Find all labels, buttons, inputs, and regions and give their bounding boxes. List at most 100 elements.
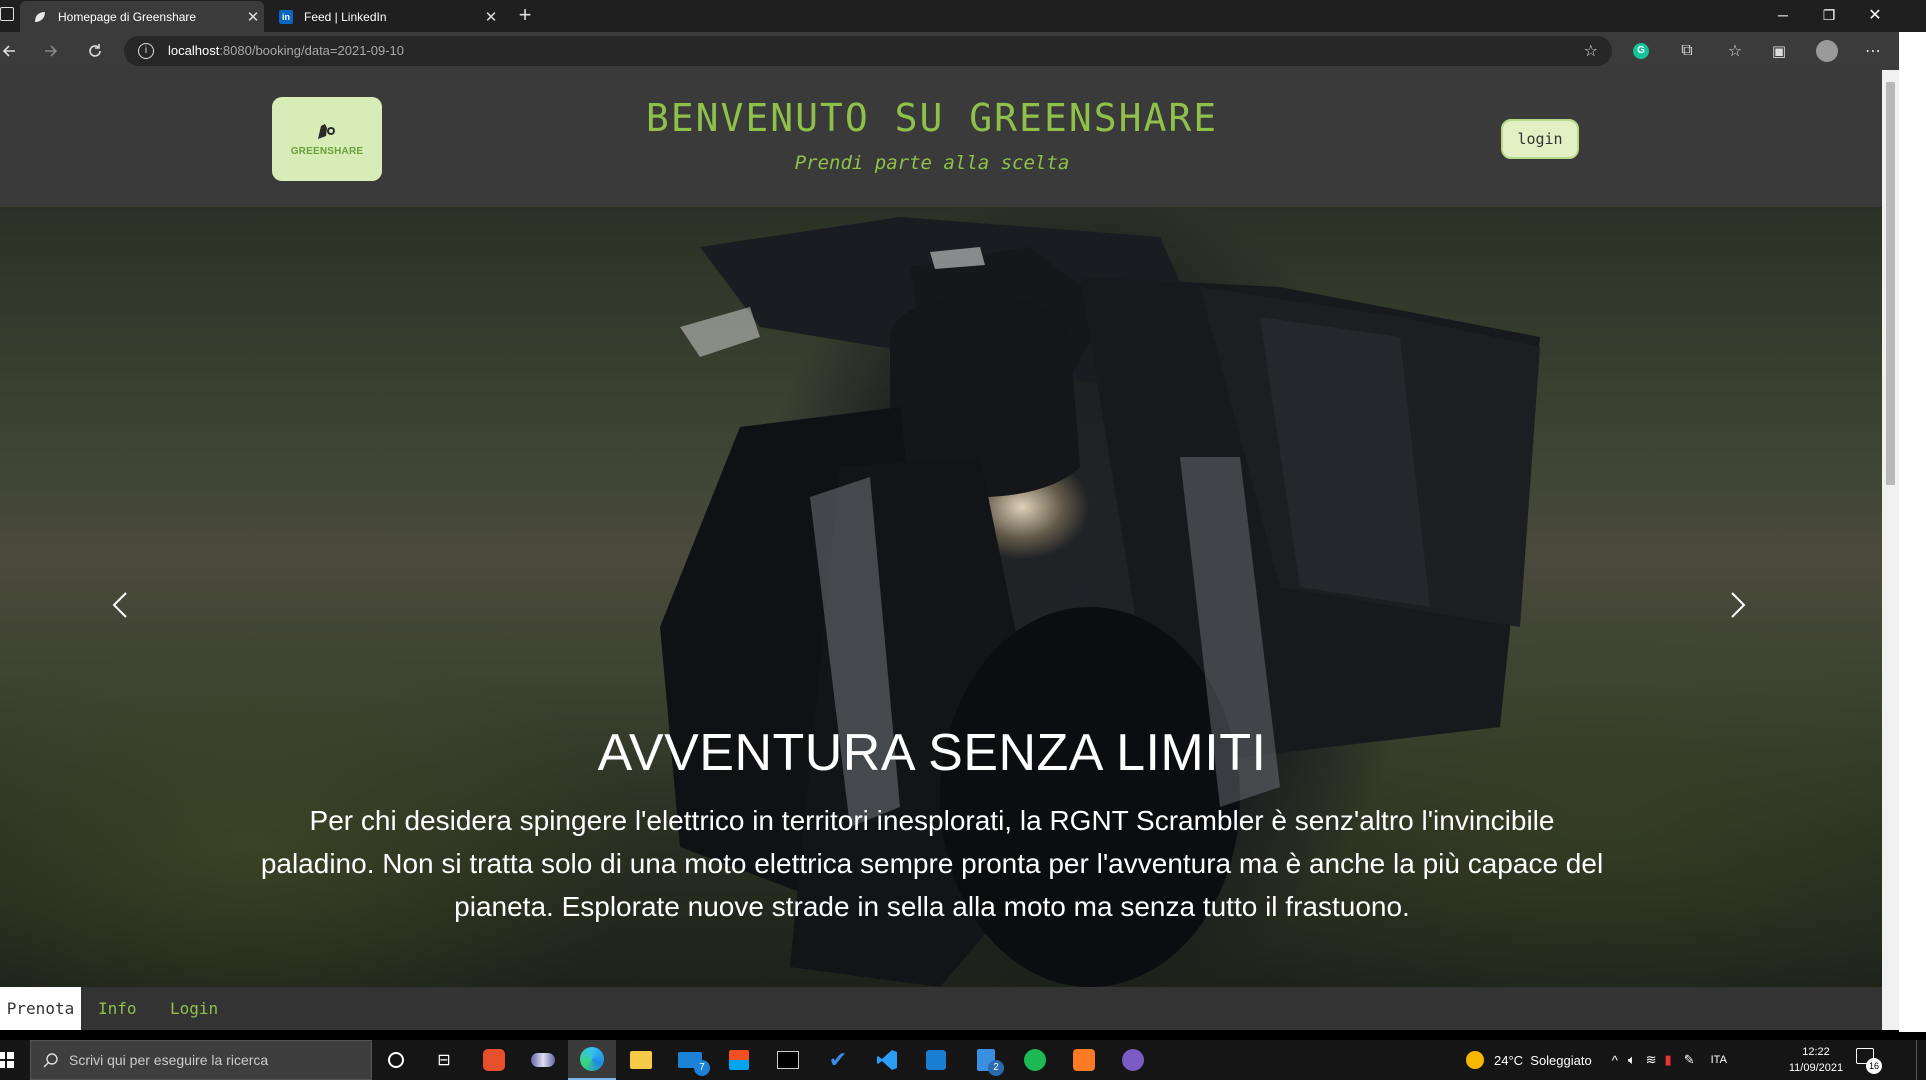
carousel-prev-button[interactable] [100,577,140,633]
taskbar-app-explorer[interactable] [617,1040,665,1080]
favorites-icon[interactable]: ☆ [1720,36,1750,66]
chevron-up-icon[interactable]: ^ [1612,1053,1618,1068]
site-info-icon[interactable]: i [138,43,154,59]
grammarly-extension-icon[interactable]: G [1626,36,1656,66]
notifications-button[interactable]: 16 [1856,1048,1882,1074]
address-bar[interactable]: i localhost:8080/booking/data=2021-09-10… [124,36,1612,66]
windows-taskbar: Scrivi qui per eseguire la ricerca ⊟ 7 ✔… [0,1040,1926,1080]
taskbar-app-teams[interactable] [519,1040,567,1080]
store-icon [729,1050,749,1070]
show-desktop-button[interactable] [1916,1040,1926,1080]
page-scrollbar[interactable] [1882,70,1899,1030]
hero-description: Per chi desidera spingere l'elettrico in… [260,805,1604,922]
taskbar-app-github[interactable] [1109,1040,1157,1080]
language-indicator[interactable]: ITA [1711,1054,1727,1066]
start-button[interactable] [0,1040,30,1080]
login-button[interactable]: login [1501,119,1579,159]
cortana-button[interactable] [372,1040,420,1080]
search-icon [43,1053,58,1068]
task-view-icon: ⊟ [437,1052,451,1069]
weather-text[interactable]: 24°C Soleggiato [1494,1053,1592,1068]
taskbar-search-input[interactable]: Scrivi qui per eseguire la ricerca [30,1040,372,1080]
terminal-icon [777,1051,799,1069]
bottom-nav-bar: Prenota Info Login [0,987,1882,1030]
site-title: BENVENUTO SU GREENSHARE [645,96,1219,140]
new-tab-button[interactable]: + [512,2,538,30]
clock-date: 11/09/2021 [1788,1062,1844,1074]
greenshare-favicon-icon [32,9,48,25]
more-options-icon[interactable]: ⋯ [1858,36,1888,66]
taskbar-app-edge[interactable] [568,1040,616,1080]
side-panel-edge [1899,32,1926,1032]
collections-icon[interactable]: ▣ [1764,36,1794,66]
trello-icon [926,1050,946,1070]
nav-item-prenota[interactable]: Prenota [0,987,81,1030]
cortana-icon [388,1052,404,1068]
taskbar-app-mail[interactable]: 7 [666,1040,714,1080]
forward-button[interactable] [36,36,66,66]
taskbar-app-xampp[interactable] [1060,1040,1108,1080]
restore-button[interactable]: ❐ [1806,0,1852,30]
office-icon [483,1049,505,1071]
add-favorite-icon[interactable]: ☆ [1584,41,1598,61]
profile-avatar-icon[interactable] [1812,36,1842,66]
linkedin-favicon-icon: in [278,9,294,25]
tab-actions-icon[interactable] [0,7,14,21]
extensions-icon[interactable]: ⧉ [1672,36,1702,66]
tab-linkedin[interactable]: in Feed | LinkedIn ✕ [266,1,502,32]
xampp-icon [1073,1049,1095,1071]
nav-item-info[interactable]: Info [98,987,137,1030]
site-header: GREENSHARE BENVENUTO SU GREENSHARE Prend… [0,70,1882,207]
taskbar-app-office[interactable] [470,1040,518,1080]
taskbar-app-todo[interactable]: ✔ [814,1040,862,1080]
notification-count: 16 [1866,1058,1882,1074]
taskbar-app-store[interactable] [715,1040,763,1080]
web-page: GREENSHARE BENVENUTO SU GREENSHARE Prend… [0,70,1882,1030]
close-window-button[interactable]: ✕ [1852,0,1898,30]
tab-title: Homepage di Greenshare [58,9,197,24]
refresh-button[interactable] [80,36,110,66]
url-path: :8080/booking/data=2021-09-10 [219,43,404,58]
minimize-button[interactable]: ─ [1760,0,1806,30]
search-placeholder: Scrivi qui per eseguire la ricerca [69,1052,269,1068]
app-icon [531,1053,555,1067]
weather-sun-icon[interactable] [1466,1051,1484,1069]
edge-icon [580,1047,604,1071]
wifi-icon[interactable]: ≋ [1646,1052,1657,1068]
battery-icon[interactable]: ▮ [1665,1052,1672,1068]
taskbar-app-chat[interactable]: 2 [962,1040,1010,1080]
vscode-icon [877,1050,897,1070]
clock-time: 12:22 [1802,1046,1830,1058]
chevron-left-icon [112,592,127,618]
windows-logo-icon [0,1052,14,1068]
task-view-button[interactable]: ⊟ [420,1040,468,1080]
github-icon [1122,1049,1144,1071]
mail-badge: 7 [694,1060,710,1076]
taskbar-app-spotify[interactable] [1011,1040,1059,1080]
tab-greenshare[interactable]: Homepage di Greenshare ✕ [20,1,264,32]
chevron-right-icon [1731,592,1746,618]
back-button[interactable] [0,36,24,66]
url-text: localhost:8080/booking/data=2021-09-10 [168,43,404,58]
tab-close-icon[interactable]: ✕ [480,8,502,26]
spotify-icon [1024,1049,1046,1071]
nav-item-login[interactable]: Login [170,987,218,1030]
browser-toolbar: i localhost:8080/booking/data=2021-09-10… [0,32,1926,70]
system-tray: 24°C Soleggiato ^ 🔈︎ ≋ ▮ ✎ ITA [1466,1040,1766,1080]
pen-icon[interactable]: ✎ [1684,1052,1695,1068]
volume-icon[interactable]: 🔈︎ [1628,1052,1636,1068]
taskbar-app-trello[interactable] [912,1040,960,1080]
site-subtitle: Prendi parte alla scelta [794,152,1070,174]
hero-title: AVVENTURA SENZA LIMITI [597,724,1267,782]
taskbar-app-vscode[interactable] [863,1040,911,1080]
taskbar-app-terminal[interactable] [764,1040,812,1080]
folder-icon [630,1051,652,1069]
url-host: localhost [168,43,220,58]
taskbar-clock[interactable]: 12:22 11/09/2021 [1780,1044,1852,1076]
checkmark-icon: ✔ [828,1047,848,1072]
carousel-next-button[interactable] [1718,577,1758,633]
tab-close-icon[interactable]: ✕ [242,8,264,26]
scrollbar-thumb[interactable] [1886,82,1895,485]
browser-tab-bar: Homepage di Greenshare ✕ in Feed | Linke… [0,0,1926,32]
tab-title: Feed | LinkedIn [304,9,387,24]
